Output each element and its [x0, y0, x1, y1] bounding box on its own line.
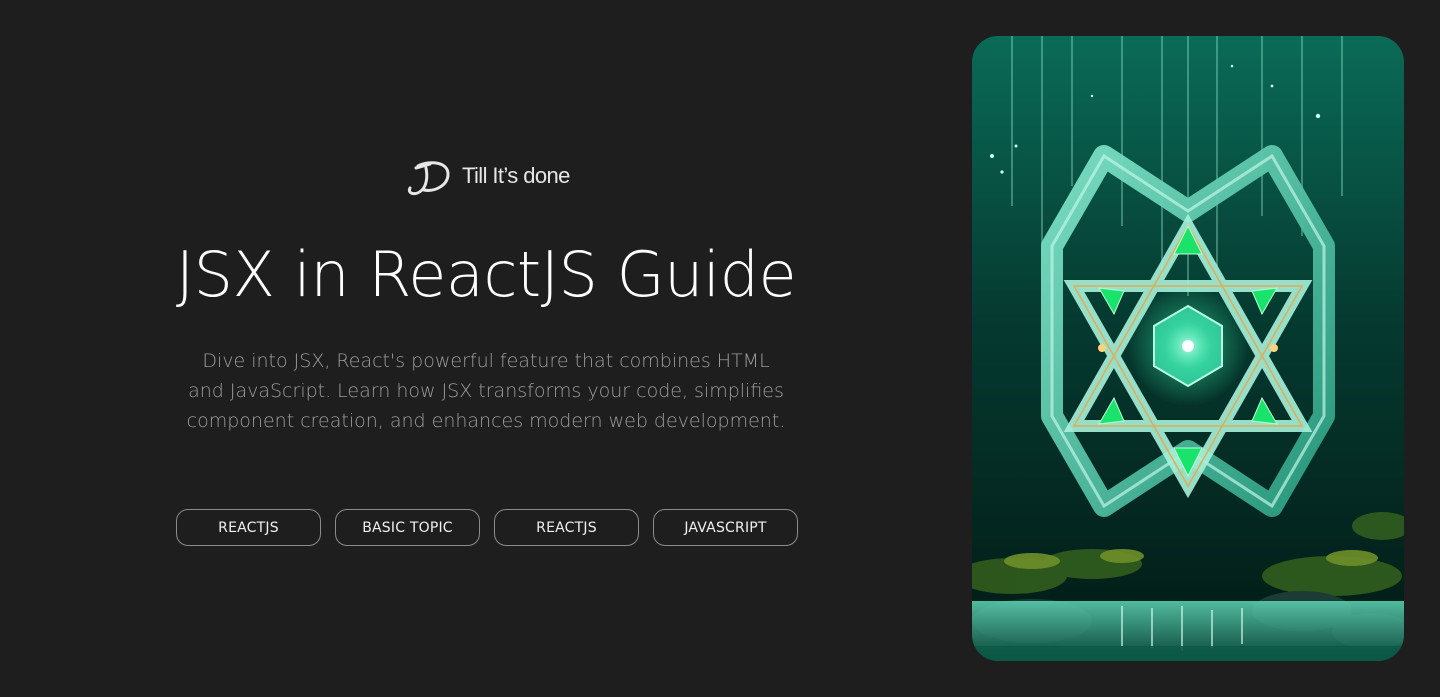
description-line: and JavaScript. Learn how JSX transforms…	[188, 380, 784, 402]
hero-image	[972, 36, 1404, 661]
tag-javascript[interactable]: JAVASCRIPT	[653, 509, 798, 546]
description-line: component creation, and enhances modern …	[186, 410, 786, 432]
tag-basic-topic[interactable]: BASIC TOPIC	[335, 509, 480, 546]
td-monogram-icon	[407, 161, 450, 196]
page-title: JSX in ReactJS Guide	[175, 238, 797, 311]
tag-reactjs-2[interactable]: REACTJS	[494, 509, 639, 546]
emerald-react-logo-artwork	[972, 36, 1404, 661]
description-line: Dive into JSX, React's powerful feature …	[202, 350, 770, 372]
brand-name: Till It’s done	[462, 163, 570, 188]
brand[interactable]: Till It’s done	[404, 154, 570, 198]
content-panel: Till It’s done JSX in ReactJS Guide Dive…	[0, 0, 972, 697]
tag-reactjs[interactable]: REACTJS	[176, 509, 321, 546]
page-description: Dive into JSX, React's powerful feature …	[176, 346, 796, 436]
page: Till It’s done JSX in ReactJS Guide Dive…	[0, 0, 1440, 697]
tag-list: REACTJS BASIC TOPIC REACTJS JAVASCRIPT	[176, 509, 798, 546]
